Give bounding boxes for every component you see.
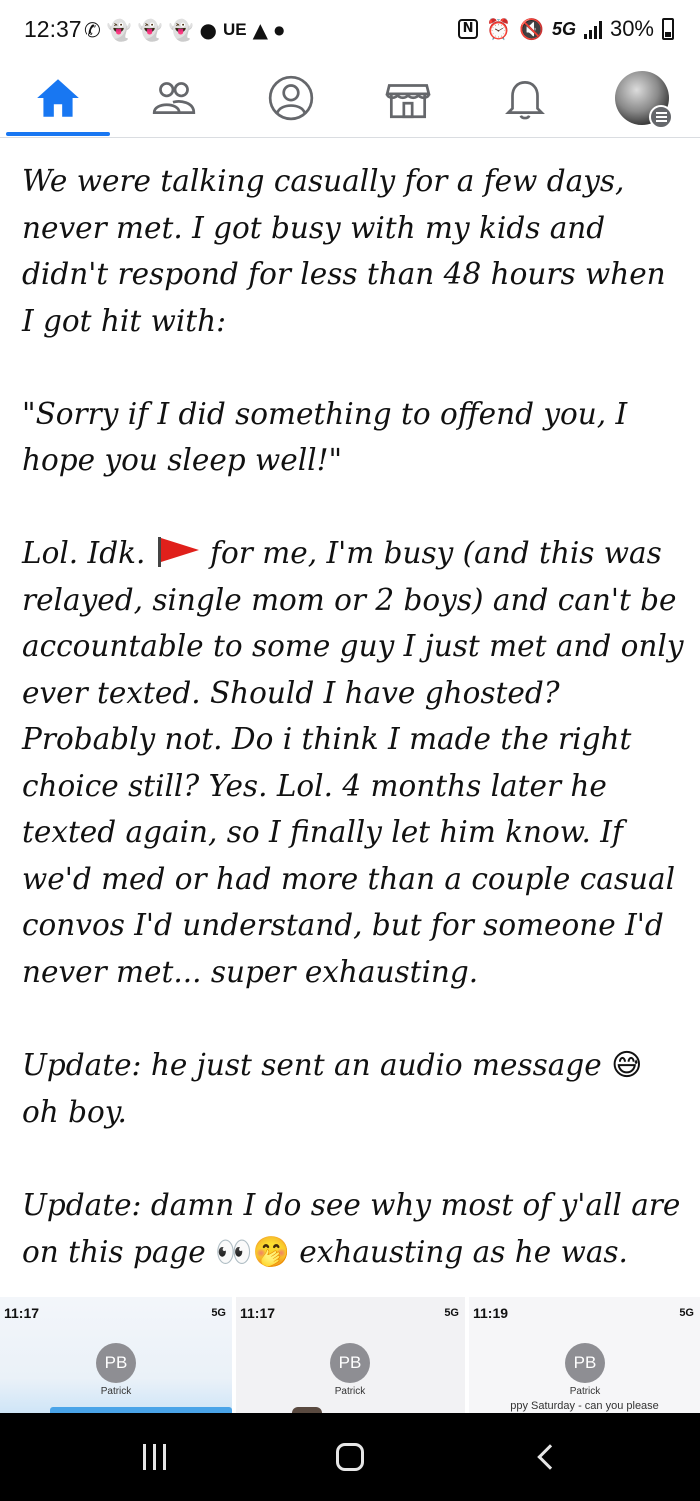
attached-image[interactable]: 11:17 5G PB Patrick (0, 1297, 232, 1413)
tab-notifications[interactable] (467, 60, 583, 136)
attached-image[interactable]: 11:19 5G PB Patrick ppy Saturday - can y… (469, 1297, 700, 1413)
battery-percent: 30% (609, 16, 654, 41)
menu-icon (649, 105, 673, 129)
paragraph-text: for me, I'm busy (and this was relayed, … (22, 536, 684, 989)
post-paragraph: Lol. Idk. for me, I'm busy (and this was… (22, 530, 686, 995)
paragraph-text: exhausting as he was. (299, 1234, 628, 1269)
message-snippet: ppy Saturday - can you please (510, 1400, 659, 1412)
snapchat-icon: 👻 (168, 18, 194, 42)
thumb-status: 5G (444, 1307, 459, 1319)
friends-icon (152, 82, 196, 114)
status-time: 12:37 (24, 16, 82, 42)
tab-profile[interactable] (233, 60, 349, 136)
thumb-status: 5G (211, 1307, 226, 1319)
home-circle-icon (336, 1443, 364, 1471)
alarm-icon: ⏰ (486, 17, 512, 41)
network-type: 5G (551, 18, 576, 39)
status-bar: 12:37 ✆ 👻 👻 👻 ● UE ▲ ● N ⏰ 🔇 5G 30% (0, 0, 700, 60)
contact-name: Patrick (100, 1386, 132, 1397)
attached-images: 11:17 5G PB Patrick 11:17 5G PB Patrick … (0, 1297, 700, 1413)
bell-icon (505, 81, 545, 120)
contact-avatar: PB (96, 1343, 136, 1383)
post-body: We were talking casually for a few days,… (22, 158, 686, 1323)
whatsapp-icon: ✆ (84, 18, 101, 42)
mute-icon: 🔇 (519, 17, 544, 41)
post-paragraph: Update: damn I do see why most of y'all … (22, 1182, 686, 1276)
post-paragraph: "Sorry if I did something to offend you,… (22, 396, 628, 478)
eyes-emoji-icon: 👀🤭 (215, 1234, 290, 1270)
recents-button[interactable] (114, 1433, 194, 1481)
system-icons: N ⏰ 🔇 5G 30% (458, 16, 674, 42)
contact-name: Patrick (569, 1386, 601, 1397)
tab-home[interactable] (0, 60, 116, 136)
chat-bubble-icon: ● (199, 18, 217, 42)
battery-icon (662, 18, 674, 40)
post-paragraph: We were talking casually for a few days,… (22, 164, 666, 338)
profile-icon (268, 75, 314, 121)
back-button[interactable] (506, 1433, 586, 1481)
thumb-status: 5G (679, 1307, 694, 1319)
avatar (615, 71, 673, 129)
post-paragraph: Update: he just sent an audio message 😅 … (22, 1042, 686, 1136)
more-dot-icon: ● (273, 23, 285, 37)
back-chevron-icon (537, 1444, 563, 1470)
contact-avatar: PB (330, 1343, 370, 1383)
tab-marketplace[interactable] (350, 60, 466, 136)
sweat-smile-emoji-icon: 😅 (611, 1047, 643, 1083)
thumb-time: 11:17 (4, 1305, 40, 1321)
contact-name: Patrick (334, 1386, 366, 1397)
top-navigation (0, 60, 700, 138)
nfc-icon: N (458, 19, 479, 39)
warning-icon: ▲ (252, 18, 268, 42)
paragraph-text: Lol. Idk. (22, 536, 146, 570)
paragraph-text: oh boy. (22, 1095, 127, 1129)
snapchat-icon: 👻 (106, 18, 132, 42)
attached-image[interactable]: 11:17 5G PB Patrick (236, 1297, 465, 1413)
tab-menu[interactable] (584, 60, 700, 136)
thumb-time: 11:19 (473, 1305, 509, 1321)
marketplace-icon (385, 84, 431, 119)
notification-icons: ✆ 👻 👻 👻 ● UE ▲ ● (84, 18, 284, 42)
carrier-badge: UE (222, 20, 247, 39)
contact-avatar: PB (565, 1343, 605, 1383)
system-navigation-bar (0, 1413, 700, 1501)
tab-friends[interactable] (116, 60, 232, 136)
recents-icon (142, 1444, 166, 1470)
signal-icon (583, 19, 602, 39)
snapchat-icon: 👻 (137, 18, 163, 42)
thumb-time: 11:17 (240, 1305, 276, 1321)
home-icon (37, 79, 79, 117)
home-button[interactable] (310, 1433, 390, 1481)
paragraph-text: Update: he just sent an audio message (22, 1047, 602, 1082)
red-flag-icon (157, 537, 199, 567)
